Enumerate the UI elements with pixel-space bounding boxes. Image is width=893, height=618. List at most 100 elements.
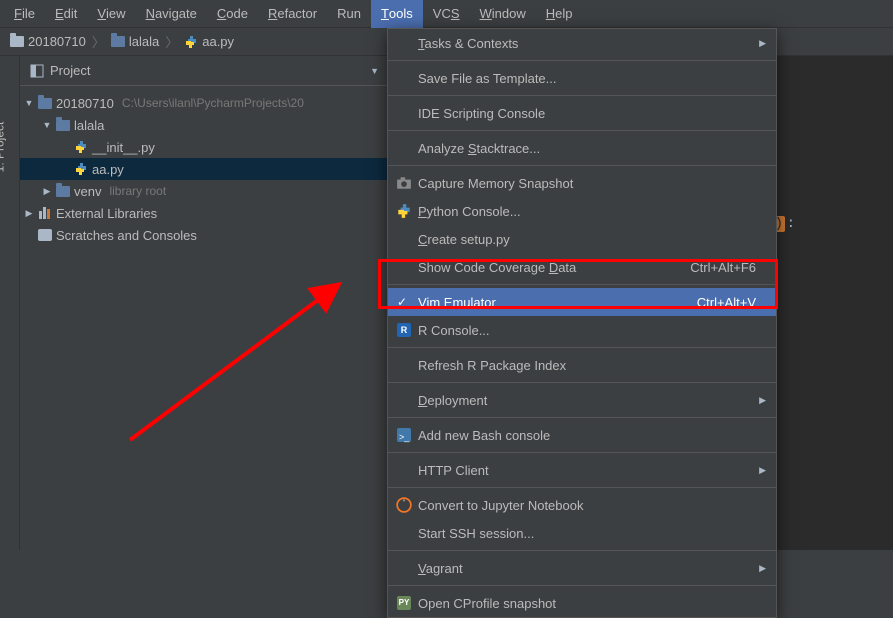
crumb-separator: 〉 xyxy=(92,32,105,51)
menu-item-convert-to-jupyter-notebook[interactable]: Convert to Jupyter Notebook xyxy=(388,491,776,519)
menu-item-label: Python Console... xyxy=(418,204,521,219)
submenu-arrow-icon: ▶ xyxy=(759,465,766,476)
project-header[interactable]: Project ▼ xyxy=(20,56,389,86)
tools-menu-dropdown: Tasks & Contexts ▶ Save File as Template..… xyxy=(387,28,777,618)
menu-view[interactable]: View xyxy=(87,0,135,28)
sidebar-tool-tab[interactable]: 1: Project xyxy=(0,56,20,550)
editor-hint-colon: : xyxy=(787,216,795,232)
tree-arrow-icon[interactable]: ▼ xyxy=(42,120,52,130)
menu-separator xyxy=(388,165,776,166)
menu-separator xyxy=(388,452,776,453)
tree-row[interactable]: ▼20180710C:\Users\ilanl\PycharmProjects\… xyxy=(20,92,389,114)
breadcrumb-item[interactable]: lalala xyxy=(111,34,159,49)
menu-item-label: Tasks & Contexts xyxy=(418,36,518,51)
dropdown-arrow-icon[interactable]: ▼ xyxy=(370,66,379,76)
menu-separator xyxy=(388,347,776,348)
tree-label: External Libraries xyxy=(56,206,157,221)
tree-row[interactable]: ▼lalala xyxy=(20,114,389,136)
menu-item-save-file-as-template[interactable]: Save File as Template... xyxy=(388,64,776,92)
menu-vcs[interactable]: VCS xyxy=(423,0,470,28)
menu-item-start-ssh-session[interactable]: Start SSH session... xyxy=(388,519,776,547)
menu-item-open-cprofile-snapshot[interactable]: PYOpen CProfile snapshot xyxy=(388,589,776,617)
menu-separator xyxy=(388,382,776,383)
menu-item-ide-scripting-console[interactable]: IDE Scripting Console xyxy=(388,99,776,127)
tree-row[interactable]: Scratches and Consoles xyxy=(20,224,389,246)
menu-separator xyxy=(388,60,776,61)
menu-item-show-code-coverage-data[interactable]: Show Code Coverage Data Ctrl+Alt+F6 xyxy=(388,253,776,281)
menu-code[interactable]: Code xyxy=(207,0,258,28)
scratch-icon xyxy=(38,229,52,241)
menu-refactor[interactable]: Refactor xyxy=(258,0,327,28)
breadcrumb-label: 20180710 xyxy=(28,34,86,49)
tree-row[interactable]: ▶venvlibrary root xyxy=(20,180,389,202)
menu-item-create-setup-py[interactable]: Create setup.py xyxy=(388,225,776,253)
menu-item-tasks-contexts[interactable]: Tasks & Contexts ▶ xyxy=(388,29,776,57)
menu-item-capture-memory-snapshot[interactable]: Capture Memory Snapshot xyxy=(388,169,776,197)
tree-arrow-icon[interactable]: ▼ xyxy=(24,98,34,108)
menu-item-add-new-bash-console[interactable]: >_ Add new Bash console xyxy=(388,421,776,449)
menu-item-label: Deployment xyxy=(418,393,487,408)
menu-window[interactable]: Window xyxy=(470,0,536,28)
folder-icon xyxy=(111,36,125,47)
tree-row[interactable]: __init__.py xyxy=(20,136,389,158)
python-file-icon xyxy=(74,140,88,154)
menu-item-label: Capture Memory Snapshot xyxy=(418,176,573,191)
project-tool-window: Project ▼ ▼20180710C:\Users\ilanl\Pychar… xyxy=(20,56,390,550)
menu-shortcut: Ctrl+Alt+F6 xyxy=(690,260,756,275)
menu-item-label: Save File as Template... xyxy=(418,71,557,86)
menu-shortcut: Ctrl+Alt+V xyxy=(697,295,756,310)
menu-run[interactable]: Run xyxy=(327,0,371,28)
menu-item-label: HTTP Client xyxy=(418,463,489,478)
menu-file[interactable]: File xyxy=(4,0,45,28)
menu-help[interactable]: Help xyxy=(536,0,583,28)
menu-navigate[interactable]: Navigate xyxy=(136,0,207,28)
folder-icon xyxy=(56,120,70,131)
menu-item-http-client[interactable]: HTTP Client ▶ xyxy=(388,456,776,484)
menu-item-label: Start SSH session... xyxy=(418,526,534,541)
tree-label: 20180710 xyxy=(56,96,114,111)
menu-separator xyxy=(388,130,776,131)
menu-item-label: Refresh R Package Index xyxy=(418,358,566,373)
menu-tools[interactable]: Tools xyxy=(371,0,423,28)
menu-item-refresh-r-package-index[interactable]: Refresh R Package Index xyxy=(388,351,776,379)
menu-separator xyxy=(388,550,776,551)
terminal-icon: >_ xyxy=(396,427,412,443)
menu-item-label: Add new Bash console xyxy=(418,428,550,443)
menu-item-python-console[interactable]: Python Console... xyxy=(388,197,776,225)
tree-label: __init__.py xyxy=(92,140,155,155)
menu-separator xyxy=(388,417,776,418)
python-file-icon xyxy=(184,35,198,49)
breadcrumb-item[interactable]: aa.py xyxy=(184,34,234,49)
menu-item-deployment[interactable]: Deployment▶ xyxy=(388,386,776,414)
tree-row[interactable]: ▶ External Libraries xyxy=(20,202,389,224)
breadcrumb-item[interactable]: 20180710 xyxy=(10,34,86,49)
menu-item-vim-emulator[interactable]: ✓ Vim Emulator Ctrl+Alt+V xyxy=(388,288,776,316)
tree-arrow-icon[interactable]: ▶ xyxy=(42,186,52,197)
menu-separator xyxy=(388,284,776,285)
python-file-icon xyxy=(74,162,88,176)
r-icon-icon: R xyxy=(396,322,412,338)
check-icon: ✓ xyxy=(397,295,407,309)
menu-item-analyze-stacktrace[interactable]: Analyze Stacktrace... xyxy=(388,134,776,162)
menu-item-label: Show Code Coverage Data xyxy=(418,260,576,275)
menu-item-label: Open CProfile snapshot xyxy=(418,596,556,611)
menu-edit[interactable]: Edit xyxy=(45,0,87,28)
submenu-arrow-icon: ▶ xyxy=(759,38,766,49)
tree-label: aa.py xyxy=(92,162,124,177)
sidebar-tab-label: 1: Project xyxy=(0,122,6,173)
menu-separator xyxy=(388,487,776,488)
tree-arrow-icon[interactable]: ▶ xyxy=(24,208,34,219)
crumb-separator: 〉 xyxy=(165,32,178,51)
menu-item-label: Convert to Jupyter Notebook xyxy=(418,498,583,513)
menu-item-r-console[interactable]: RR Console... xyxy=(388,316,776,344)
menu-item-vagrant[interactable]: Vagrant▶ xyxy=(388,554,776,582)
project-tree: ▼20180710C:\Users\ilanl\PycharmProjects\… xyxy=(20,86,389,246)
menu-item-label: Vagrant xyxy=(418,561,463,576)
tree-row[interactable]: aa.py xyxy=(20,158,389,180)
project-icon xyxy=(30,64,44,78)
tree-label: Scratches and Consoles xyxy=(56,228,197,243)
menu-separator xyxy=(388,95,776,96)
menu-item-label: Vim Emulator xyxy=(418,295,496,310)
folder-icon xyxy=(10,36,24,47)
menu-item-label: Analyze Stacktrace... xyxy=(418,141,540,156)
